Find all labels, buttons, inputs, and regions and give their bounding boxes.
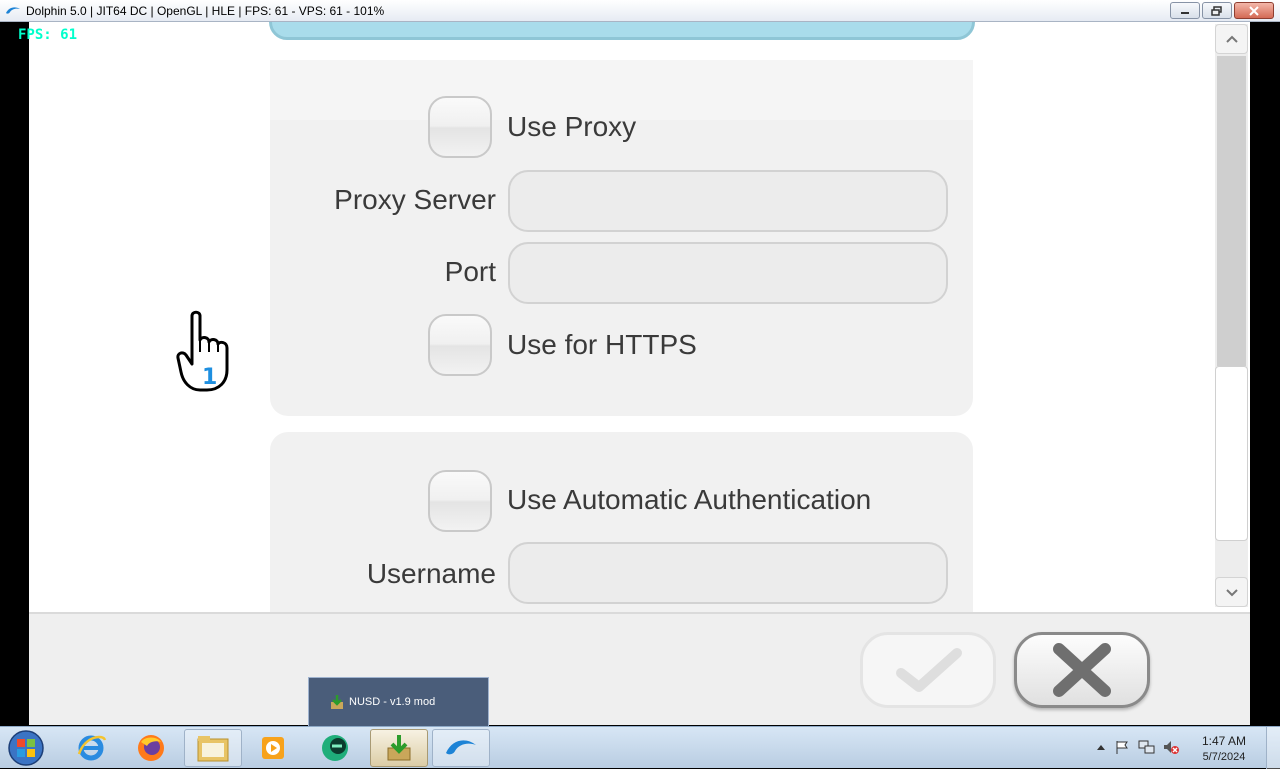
nusd-icon [387,735,411,761]
close-button[interactable] [1234,2,1274,19]
username-field[interactable] [508,542,948,604]
username-label: Username [366,558,496,589]
folder-icon [197,736,229,762]
clock[interactable]: 1:47 AM 5/7/2024 [1202,733,1246,765]
preview-title: NUSD - v1.9 mod [349,696,436,708]
use-proxy-label: Use Proxy [507,111,637,142]
taskbar: 1:47 AM 5/7/2024 [0,726,1280,769]
internet-explorer-icon [77,735,107,761]
taskbar-preview[interactable]: NUSD - v1.9 mod [308,677,489,727]
checkmark-icon [896,648,962,692]
auto-auth-label: Use Automatic Authentication [507,484,872,515]
x-icon [1053,643,1111,697]
tray-expand-icon[interactable] [1096,743,1106,751]
taskbar-nusd[interactable] [370,729,428,767]
taskbar-file-explorer[interactable] [184,729,242,767]
proxy-settings-panel: Use Proxy Proxy Server Port Use for HTTP… [270,60,973,416]
green-circle-icon [322,735,348,761]
chevron-down-icon [1225,589,1238,597]
game-viewport: FPS: 61 Use Proxy Proxy Server Port Use … [0,22,1280,725]
use-https-label: Use for HTTPS [507,329,697,360]
port-field[interactable] [508,242,948,304]
ok-button[interactable] [860,632,996,708]
minimize-button[interactable] [1170,2,1200,19]
player-number: 1 [202,365,217,390]
wii-hand-pointer-icon: 1 [176,310,229,392]
scrollbar[interactable] [1215,24,1248,607]
use-https-checkbox[interactable] [428,314,492,376]
close-icon [1249,5,1259,16]
scrollbar-thumb[interactable] [1215,366,1248,541]
volume-muted-icon[interactable] [1162,739,1180,755]
scroll-down-button[interactable] [1215,577,1248,607]
restore-button[interactable] [1202,2,1232,19]
nusd-icon [331,695,343,709]
restore-icon [1211,5,1222,16]
cancel-button[interactable] [1014,632,1150,708]
system-tray: 1:47 AM 5/7/2024 [1090,727,1280,769]
dolphin-icon [6,7,20,14]
window-controls [1170,2,1274,19]
flag-icon[interactable] [1114,739,1130,755]
dolphin-icon [446,740,476,755]
clock-date: 5/7/2024 [1202,751,1246,763]
bottom-action-bar [29,612,1250,725]
show-desktop-button[interactable] [1266,727,1280,769]
port-label: Port [444,256,496,287]
taskbar-media-player[interactable] [244,729,302,767]
window-title: Dolphin 5.0 | JIT64 DC | OpenGL | HLE | … [26,4,385,18]
taskbar-firefox[interactable] [122,729,180,767]
wii-settings-screen: Use Proxy Proxy Server Port Use for HTTP… [29,22,1250,725]
scrollbar-track[interactable] [1217,56,1246,366]
clock-time: 1:47 AM [1201,734,1246,748]
taskbar-dolphin[interactable] [432,729,490,767]
media-player-icon [262,737,284,759]
taskbar-app[interactable] [306,729,364,767]
network-icon[interactable] [1138,739,1156,755]
taskbar-internet-explorer[interactable] [62,729,120,767]
fps-counter: FPS: 61 [18,27,78,43]
chevron-up-icon [1225,35,1238,43]
proxy-server-label: Proxy Server [334,184,496,215]
firefox-icon [138,735,164,761]
window-titlebar[interactable]: Dolphin 5.0 | JIT64 DC | OpenGL | HLE | … [0,0,1280,22]
scroll-up-button[interactable] [1215,24,1248,54]
windows-start-icon[interactable] [6,729,46,767]
auto-auth-checkbox[interactable] [428,470,492,532]
minimize-icon [1181,11,1189,14]
use-proxy-checkbox[interactable] [428,96,492,158]
proxy-server-field[interactable] [508,170,948,232]
previous-option-button[interactable] [269,22,975,40]
